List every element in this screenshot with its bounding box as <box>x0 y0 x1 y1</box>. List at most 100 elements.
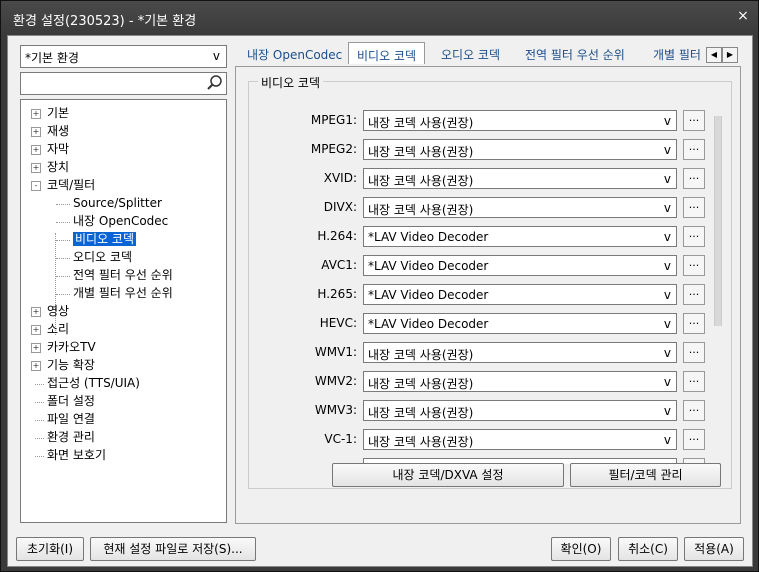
tree-item[interactable]: + 자막 <box>31 141 70 158</box>
codec-options-button[interactable]: ... <box>683 168 705 189</box>
codec-label: MPEG1: <box>310 113 357 127</box>
ok-button[interactable]: 확인(O) <box>551 537 611 561</box>
title-bar[interactable]: 환경 설정(230523) - *기본 환경 × <box>1 1 758 35</box>
settings-window: 환경 설정(230523) - *기본 환경 × *기본 환경 v + 기본 + 재생… <box>0 0 759 572</box>
tree-item[interactable]: 접근성 (TTS/UIA) <box>35 375 140 392</box>
codec-label: WMV2: <box>314 374 357 388</box>
codec-options-button[interactable]: ... <box>683 429 705 450</box>
expand-icon[interactable]: + <box>31 109 41 119</box>
codec-dropdown[interactable]: *LAV Video Decoder v <box>363 255 677 276</box>
tree-item[interactable]: Source/Splitter <box>56 195 162 212</box>
tree-connector <box>35 438 44 439</box>
tree-item[interactable]: 개별 필터 우선 순위 <box>56 285 173 302</box>
dxva-settings-button[interactable]: 내장 코덱/DXVA 설정 <box>332 463 564 487</box>
cancel-button[interactable]: 취소(C) <box>618 537 678 561</box>
tab-individual-filter[interactable]: 개별 필터 <box>653 46 701 63</box>
chevron-down-icon: v <box>663 114 671 128</box>
codec-dropdown[interactable]: *LAV Video Decoder v <box>363 226 677 247</box>
codec-options-button[interactable]: ... <box>683 197 705 218</box>
codec-dropdown[interactable]: 내장 코덱 사용(권장) v <box>363 197 677 218</box>
tree-item[interactable]: + 기본 <box>31 105 69 122</box>
codec-options-button[interactable]: ... <box>683 284 705 305</box>
tab-scroll-left-icon[interactable]: ◀ <box>706 47 722 63</box>
tree-item[interactable]: 오디오 코덱 <box>56 249 132 266</box>
tree-item[interactable]: 파일 연결 <box>35 411 95 428</box>
tree-connector <box>56 204 70 205</box>
codec-options-button[interactable]: ... <box>683 226 705 247</box>
tree-connector <box>56 276 70 277</box>
chevron-down-icon: v <box>663 230 671 244</box>
tree-item[interactable]: + 재생 <box>31 123 69 140</box>
codec-dropdown[interactable]: 내장 코덱 사용(권장) v <box>363 110 677 131</box>
codec-dropdown[interactable]: 내장 코덱 사용(권장) v <box>363 400 677 421</box>
codec-dropdown-value: *LAV Video Decoder <box>368 317 489 331</box>
tree-item[interactable]: 비디오 코덱 <box>56 231 137 248</box>
tree-connector <box>56 240 70 241</box>
tree-item[interactable]: - 코덱/필터 <box>31 177 95 194</box>
scrollbar-thumb[interactable] <box>714 116 722 326</box>
codec-options-button[interactable]: ... <box>683 400 705 421</box>
codec-options-button[interactable]: ... <box>683 255 705 276</box>
tree-item[interactable]: 내장 OpenCodec <box>56 213 168 230</box>
apply-button[interactable]: 적용(A) <box>684 537 744 561</box>
codec-dropdown[interactable]: *LAV Video Decoder v <box>363 313 677 334</box>
tree-item-label: 장치 <box>47 160 70 174</box>
tab-global-filter-priority[interactable]: 전역 필터 우선 순위 <box>525 46 625 63</box>
tree-item[interactable]: + 카카오TV <box>31 339 96 356</box>
tree-item[interactable]: 전역 필터 우선 순위 <box>56 267 173 284</box>
save-current-settings-button[interactable]: 현재 설정 파일로 저장(S)... <box>90 537 256 561</box>
collapse-icon[interactable]: - <box>31 181 41 191</box>
reset-button[interactable]: 초기화(I) <box>16 537 84 561</box>
expand-icon[interactable]: + <box>31 361 41 371</box>
codec-label: WMV1: <box>314 345 357 359</box>
codec-options-button[interactable]: ... <box>683 110 705 131</box>
expand-icon[interactable]: + <box>31 163 41 173</box>
codec-options-button[interactable]: ... <box>683 139 705 160</box>
preset-dropdown[interactable]: *기본 환경 v <box>20 45 227 68</box>
tree-item-label: 전역 필터 우선 순위 <box>73 268 173 282</box>
codec-dropdown[interactable]: 내장 코덱 사용(권장) v <box>363 371 677 392</box>
tree-item-label: 자막 <box>47 142 70 156</box>
tree-item[interactable]: 환경 관리 <box>35 429 95 446</box>
codec-dropdown[interactable]: 내장 코덱 사용(권장) v <box>363 139 677 160</box>
tab-scroll-right-icon[interactable]: ▶ <box>722 47 738 63</box>
tree-item-label: 카카오TV <box>47 340 96 354</box>
codec-options-button[interactable]: ... <box>683 371 705 392</box>
expand-icon[interactable]: + <box>31 325 41 335</box>
expand-icon[interactable]: + <box>31 127 41 137</box>
tab-audio-codec[interactable]: 오디오 코덱 <box>441 46 500 63</box>
tab-video-codec[interactable]: 비디오 코덱 <box>348 42 426 64</box>
codec-dropdown[interactable]: 내장 코덱 사용(권장) v <box>363 342 677 363</box>
tab-strip: 내장 OpenCodec 비디오 코덱 오디오 코덱 전역 필터 우선 순위 개… <box>235 42 745 66</box>
codec-dropdown-value: 내장 코덱 사용(권장) <box>368 145 474 159</box>
codec-dropdown[interactable]: *LAV Video Decoder v <box>363 284 677 305</box>
codec-label: XVID: <box>323 171 357 185</box>
tree-item[interactable]: + 영상 <box>31 303 69 320</box>
codec-options-button[interactable]: ... <box>683 342 705 363</box>
tree-item[interactable]: + 장치 <box>31 159 70 176</box>
codec-options-button[interactable]: ... <box>683 313 705 334</box>
tree-item[interactable]: 폴더 설정 <box>35 393 95 410</box>
codec-dropdown-value: 내장 코덱 사용(권장) <box>368 435 474 449</box>
tree-item-label: 기능 확장 <box>47 358 95 372</box>
codec-dropdown-value: 내장 코덱 사용(권장) <box>368 348 474 362</box>
search-icon[interactable] <box>206 74 224 92</box>
expand-icon[interactable]: + <box>31 343 41 353</box>
search-input[interactable] <box>20 72 227 95</box>
tree-item-label: 개별 필터 우선 순위 <box>73 286 173 300</box>
tree-item[interactable]: + 소리 <box>31 321 69 338</box>
expand-icon[interactable]: + <box>31 145 41 155</box>
tree-item[interactable]: 화면 보호기 <box>35 447 106 464</box>
video-codec-panel: MPEG1: 내장 코덱 사용(권장) v... MPEG2: 내장 코덱 사용(권장)… <box>235 66 741 524</box>
codec-dropdown[interactable]: 내장 코덱 사용(권장) v <box>363 168 677 189</box>
codec-list-scrollbar[interactable] <box>712 104 722 454</box>
tree-connector <box>35 420 44 421</box>
tab-opencodec[interactable]: 내장 OpenCodec <box>247 46 342 63</box>
codec-dropdown[interactable]: 내장 코덱 사용(권장) v <box>363 429 677 450</box>
close-icon[interactable]: × <box>734 7 752 25</box>
settings-tree[interactable]: + 기본 + 재생 + 자막 + 장치 - 코덱/필터 Source/Splitter 내장 Open… <box>20 99 227 523</box>
filter-codec-manage-button[interactable]: 필터/코덱 관리 <box>570 463 721 487</box>
tree-item[interactable]: + 기능 확장 <box>31 357 95 374</box>
tree-connector <box>56 294 70 295</box>
expand-icon[interactable]: + <box>31 307 41 317</box>
